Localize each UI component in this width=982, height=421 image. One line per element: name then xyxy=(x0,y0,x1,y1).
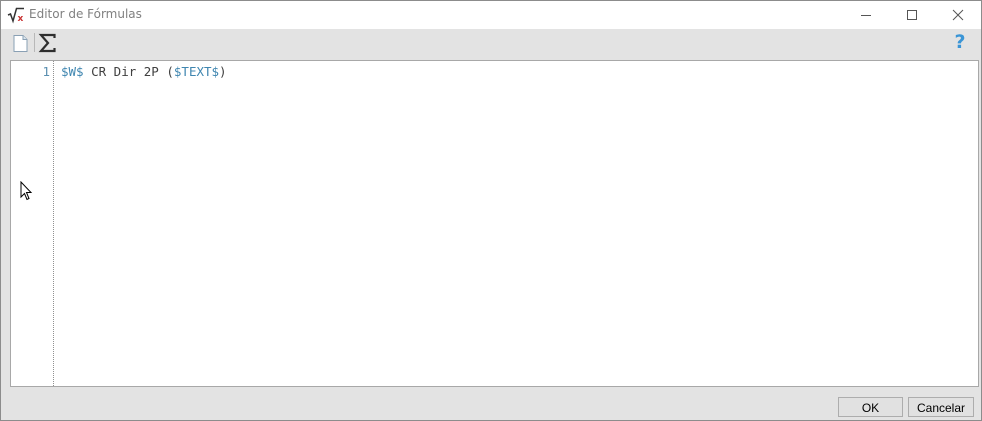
toolbar: ? xyxy=(1,29,981,56)
help-button[interactable]: ? xyxy=(949,31,971,53)
variable-token: $W$ xyxy=(61,64,84,79)
formula-editor[interactable]: 1 $W$ CR Dir 2P ($TEXT$) xyxy=(10,60,979,387)
mouse-pointer-icon xyxy=(20,181,33,201)
line-number-gutter: 1 xyxy=(11,61,54,386)
window-title: Editor de Fórmulas xyxy=(29,7,142,21)
code-line[interactable]: $W$ CR Dir 2P ($TEXT$) xyxy=(61,64,227,79)
maximize-button[interactable] xyxy=(889,1,935,29)
sigma-icon xyxy=(38,33,56,53)
new-document-icon xyxy=(13,35,28,52)
functions-button[interactable] xyxy=(37,32,59,54)
close-icon xyxy=(952,9,964,21)
text-token: CR Dir 2P ( xyxy=(83,64,174,79)
ok-button[interactable]: OK xyxy=(838,397,903,417)
formula-editor-window: x Editor de Fórmulas ? 1 $W$ CR Dir 2P (… xyxy=(0,0,982,421)
title-bar[interactable]: x Editor de Fórmulas xyxy=(1,1,981,29)
variable-token: $TEXT$ xyxy=(173,64,220,79)
new-formula-button[interactable] xyxy=(10,32,32,54)
svg-text:x: x xyxy=(18,14,24,24)
toolbar-separator xyxy=(34,33,35,52)
minimize-button[interactable] xyxy=(843,1,889,29)
line-number: 1 xyxy=(42,64,50,79)
text-token: ) xyxy=(219,64,227,79)
close-button[interactable] xyxy=(935,1,981,29)
minimize-icon xyxy=(861,15,871,16)
maximize-icon xyxy=(907,10,917,20)
square-root-x-icon: x xyxy=(7,6,25,24)
cancel-button[interactable]: Cancelar xyxy=(908,397,974,417)
